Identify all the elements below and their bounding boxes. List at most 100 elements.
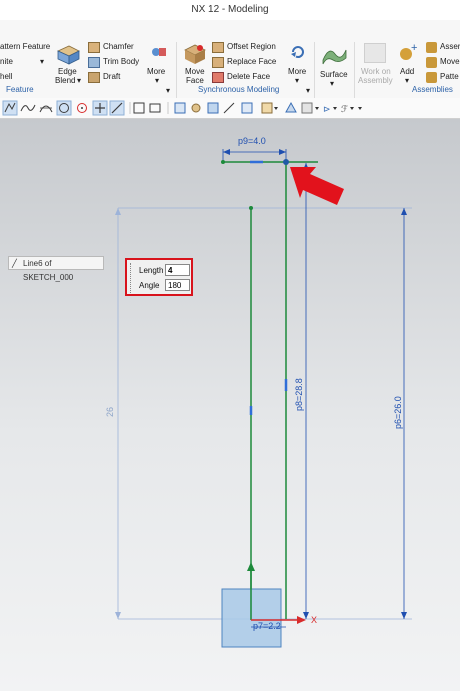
trim-body-icon[interactable]: [88, 57, 100, 68]
edge-blend-label-1[interactable]: Edge: [58, 67, 77, 76]
add-component-icon[interactable]: +: [398, 42, 420, 64]
arc-icon[interactable]: [39, 105, 53, 113]
line-icon: ╱: [12, 259, 17, 268]
studio-spline-icon[interactable]: [20, 104, 36, 112]
dimension-arrow: [115, 208, 121, 215]
rectangle-icon[interactable]: [149, 103, 161, 113]
work-on-assembly-icon: [364, 43, 386, 63]
mirror-curve-icon[interactable]: [207, 102, 219, 114]
display-dropdown-icon[interactable]: [315, 107, 319, 110]
more-feature-icon[interactable]: [150, 44, 168, 60]
constraints-icon[interactable]: [261, 102, 273, 114]
surface-button[interactable]: Surface: [320, 70, 348, 79]
more-feature-dropdown-icon[interactable]: ▾: [155, 76, 159, 85]
constraints-dropdown-icon[interactable]: [274, 107, 278, 110]
circle-icon[interactable]: [56, 100, 72, 116]
edge-blend-dropdown-icon[interactable]: ▾: [77, 76, 81, 85]
offset-region-icon[interactable]: [212, 42, 224, 53]
more-sync-dropdown-icon[interactable]: ▾: [295, 76, 299, 85]
relations-dropdown-icon[interactable]: [350, 107, 354, 110]
move-face-label-2[interactable]: Face: [186, 76, 204, 85]
surface-dropdown-icon[interactable]: ▾: [330, 79, 334, 88]
drag-handle-icon[interactable]: [130, 263, 134, 293]
graphics-window[interactable]: 26 p6=26.0 p8=28.8 p9=4.0 X p7=2.2 ╱ Lin…: [0, 119, 460, 691]
pattern-component-icon[interactable]: [426, 72, 437, 83]
replace-face-button[interactable]: Replace Face: [227, 57, 276, 66]
delete-face-button[interactable]: Delete Face: [227, 72, 270, 81]
window-title: NX 12 - Modeling: [191, 4, 269, 15]
svg-text:ℱ: ℱ: [341, 104, 348, 114]
ribbon: attern Feature nite hell ▾ Edge Blend ▾ …: [0, 20, 460, 114]
dimension-label-p6[interactable]: p6=26.0: [393, 396, 403, 429]
length-input[interactable]: 4: [165, 264, 190, 276]
dimension-label-p8[interactable]: p8=28.8: [294, 378, 304, 411]
quick-trim-icon[interactable]: [223, 102, 235, 114]
dimension-dropdown-icon[interactable]: [333, 107, 337, 110]
unite-button[interactable]: nite: [0, 57, 13, 66]
angle-input[interactable]: 180: [165, 279, 190, 291]
shell-button[interactable]: hell: [0, 72, 12, 81]
chamfer-button[interactable]: Chamfer: [103, 42, 134, 51]
title-bar: NX 12 - Modeling: [0, 0, 460, 20]
point-icon[interactable]: [92, 100, 108, 116]
replace-face-icon[interactable]: [212, 57, 224, 68]
offset-curve-icon[interactable]: [174, 102, 186, 114]
fillet-icon[interactable]: [133, 102, 145, 114]
more-sync-icon[interactable]: [290, 44, 306, 60]
derived-lines-icon[interactable]: [241, 102, 253, 114]
sketch-endpoint[interactable]: [249, 206, 253, 210]
relations-icon[interactable]: ℱ: [341, 104, 348, 114]
point-circle-icon[interactable]: [77, 103, 87, 113]
angle-label: Angle: [139, 281, 160, 290]
profile-icon[interactable]: [2, 100, 18, 116]
dimension-label-p7[interactable]: p7=2.2: [253, 621, 281, 631]
display-constraints-icon[interactable]: [301, 102, 313, 114]
assemblies-icon[interactable]: [426, 42, 437, 53]
chamfer-icon[interactable]: [88, 42, 100, 53]
more-sync-expand-icon[interactable]: ▾: [306, 86, 310, 95]
dimension-arrow: [401, 612, 407, 619]
tooltip-text: Line6 of SKETCH_000: [23, 259, 74, 282]
dimension-label-p9[interactable]: p9=4.0: [238, 136, 266, 146]
add-button[interactable]: Add: [400, 67, 414, 76]
offset-region-button[interactable]: Offset Region: [227, 42, 276, 51]
draft-button[interactable]: Draft: [103, 72, 120, 81]
move-component-button[interactable]: Move: [440, 57, 460, 66]
sketch-toolbar: ⊳ ℱ: [0, 98, 460, 119]
unite-dropdown-icon[interactable]: ▾: [40, 57, 44, 66]
edge-blend-icon[interactable]: [55, 43, 81, 65]
draft-icon[interactable]: [88, 72, 100, 83]
trim-body-button[interactable]: Trim Body: [103, 57, 139, 66]
dimension-label-26[interactable]: 26: [105, 407, 115, 417]
pattern-component-button[interactable]: Patte: [440, 72, 459, 81]
overflow-dropdown-icon[interactable]: [358, 107, 362, 110]
delete-face-icon[interactable]: [212, 72, 224, 83]
move-face-label-1[interactable]: Move: [185, 67, 205, 76]
move-face-icon[interactable]: [183, 42, 207, 66]
pattern-feature-button[interactable]: attern Feature: [0, 42, 50, 51]
selection-tooltip: ╱ Line6 of SKETCH_000: [8, 256, 104, 282]
dimension-icon[interactable]: ⊳: [323, 104, 331, 114]
pattern-curve-icon[interactable]: [191, 103, 201, 113]
dynamic-input-box: Length 4 Angle 180: [125, 258, 193, 296]
sketch-endpoint[interactable]: [283, 159, 289, 165]
work-on-assembly-label-2: Assembly: [358, 76, 393, 85]
assemblies-item-button[interactable]: Asser: [440, 42, 460, 51]
edge-blend-label-2[interactable]: Blend: [55, 76, 75, 85]
work-on-assembly-label-1: Work on: [361, 67, 391, 76]
sketch-viewport[interactable]: 26 p6=26.0 p8=28.8 p9=4.0 X p7=2.2: [0, 119, 460, 691]
more-sync-button[interactable]: More: [288, 67, 306, 76]
svg-text:⊳: ⊳: [323, 104, 331, 114]
length-label: Length: [139, 266, 164, 275]
sketch-endpoint[interactable]: [221, 160, 225, 164]
surface-icon[interactable]: [321, 44, 347, 66]
dimension-arrow: [303, 612, 309, 619]
dimension-arrow: [223, 149, 230, 155]
more-feature-expand-icon[interactable]: ▾: [166, 86, 170, 95]
more-feature-button[interactable]: More: [147, 67, 165, 76]
line-icon[interactable]: [109, 100, 125, 116]
move-component-icon[interactable]: [426, 57, 437, 68]
group-label-synchronous-modeling: Synchronous Modeling: [198, 85, 280, 94]
make-symmetric-icon[interactable]: [285, 101, 297, 113]
add-dropdown-icon[interactable]: ▾: [405, 76, 409, 85]
